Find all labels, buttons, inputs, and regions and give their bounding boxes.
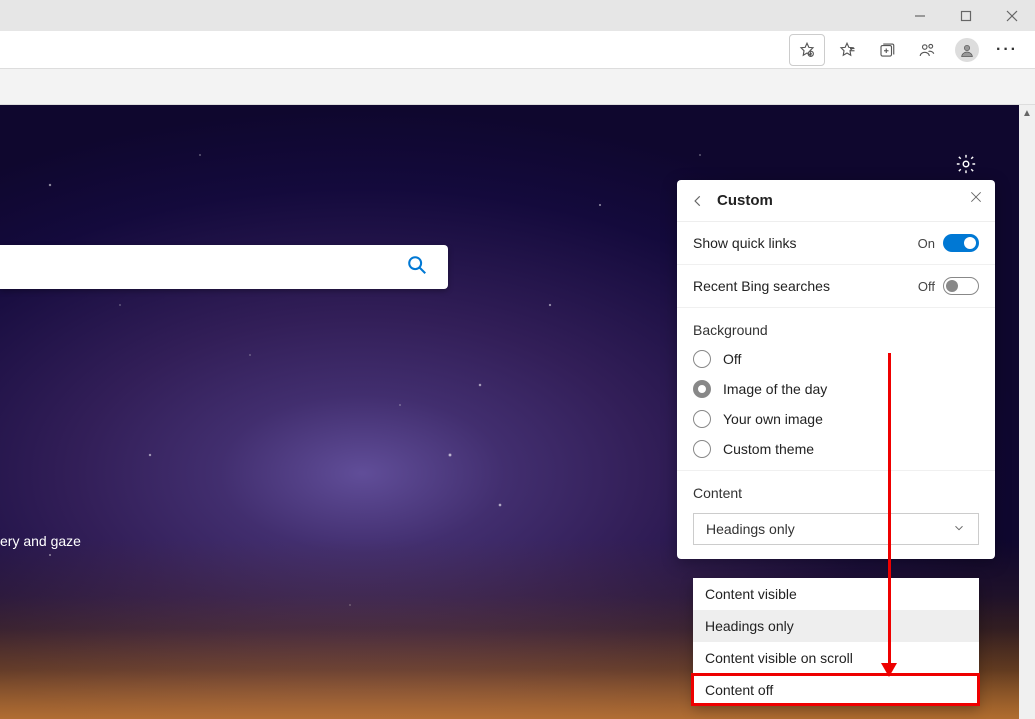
profile-button[interactable]	[949, 34, 985, 66]
bg-option-image-day-label: Image of the day	[723, 381, 827, 397]
quick-links-label: Show quick links	[693, 235, 797, 251]
quick-links-toggle[interactable]	[943, 234, 979, 252]
minimize-button[interactable]	[902, 2, 938, 30]
quick-links-state: On	[918, 236, 935, 251]
close-window-button[interactable]	[994, 2, 1030, 30]
favorites-button[interactable]	[829, 34, 865, 66]
content-dropdown-list: Content visible Headings only Content vi…	[693, 578, 979, 706]
vertical-scrollbar[interactable]: ▲	[1019, 105, 1035, 719]
scroll-up-button[interactable]: ▲	[1019, 105, 1035, 121]
panel-back-button[interactable]	[691, 194, 709, 208]
favorite-this-page-button[interactable]	[789, 34, 825, 66]
content-dropdown-value: Headings only	[706, 521, 795, 537]
bg-option-custom-theme[interactable]: Custom theme	[677, 434, 995, 471]
content-option-scroll[interactable]: Content visible on scroll	[693, 642, 979, 674]
bg-option-own-image-label: Your own image	[723, 411, 823, 427]
bg-option-custom-theme-label: Custom theme	[723, 441, 814, 457]
bing-searches-state: Off	[918, 279, 935, 294]
radio-selected-icon	[693, 380, 711, 398]
panel-title: Custom	[717, 192, 773, 209]
radio-icon	[693, 440, 711, 458]
bg-option-image-of-day[interactable]: Image of the day	[677, 374, 995, 404]
search-box[interactable]	[0, 245, 448, 289]
content-dropdown[interactable]: Headings only	[693, 513, 979, 545]
search-icon	[406, 254, 428, 281]
annotation-arrow-line	[888, 353, 891, 665]
radio-icon	[693, 410, 711, 428]
chevron-down-icon	[952, 521, 966, 538]
background-caption: ery and gaze	[0, 533, 81, 549]
quick-links-row: Show quick links On	[677, 222, 995, 265]
page-settings-button[interactable]	[952, 150, 980, 178]
bg-option-off-label: Off	[723, 351, 741, 367]
bing-searches-label: Recent Bing searches	[693, 278, 830, 294]
content-option-visible[interactable]: Content visible	[693, 578, 979, 610]
bing-searches-toggle[interactable]	[943, 277, 979, 295]
menu-button[interactable]: ···	[989, 34, 1025, 66]
browser-toolbar: ···	[0, 31, 1035, 69]
new-tab-page: ▲ ery and gaze Custom Show quick links O…	[0, 105, 1035, 719]
maximize-button[interactable]	[948, 2, 984, 30]
people-button[interactable]	[909, 34, 945, 66]
menu-dots-icon: ···	[996, 41, 1018, 59]
content-option-off[interactable]: Content off	[693, 674, 979, 706]
tab-strip	[0, 69, 1035, 105]
window-titlebar	[0, 0, 1035, 31]
content-option-headings[interactable]: Headings only	[693, 610, 979, 642]
annotation-arrow-head	[881, 663, 897, 677]
bg-option-off[interactable]: Off	[677, 344, 995, 374]
background-section-label: Background	[677, 308, 995, 344]
bing-searches-row: Recent Bing searches Off	[677, 265, 995, 308]
collections-button[interactable]	[869, 34, 905, 66]
panel-close-button[interactable]	[969, 190, 983, 207]
panel-header: Custom	[677, 180, 995, 222]
radio-icon	[693, 350, 711, 368]
page-settings-panel: Custom Show quick links On Recent Bing s…	[677, 180, 995, 559]
content-section-label: Content	[677, 471, 995, 507]
bg-option-own-image[interactable]: Your own image	[677, 404, 995, 434]
